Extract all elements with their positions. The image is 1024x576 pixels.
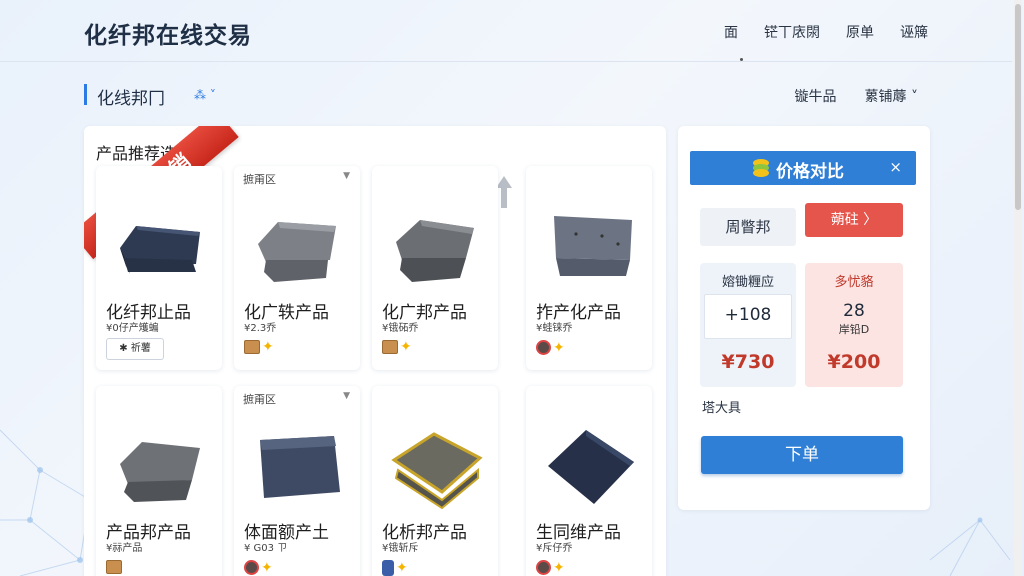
product-card[interactable]: 产品邦产品 ¥祘产品 <box>96 386 222 576</box>
compare-header: 价格对比 × <box>690 151 916 185</box>
column-b-price: ¥200 <box>827 351 881 373</box>
filter-dropdown-icon[interactable]: ▼ <box>343 391 350 401</box>
product-card[interactable]: 化广邦产品 ¥锇砳乔 ✦ <box>372 166 498 370</box>
sort-dropdown[interactable]: 蔂铺蓐 ˅ <box>865 86 918 106</box>
product-card[interactable]: 化析邦产品 ¥锇斩斥 ✦ <box>372 386 498 576</box>
section-accent-bar <box>84 84 87 105</box>
product-card[interactable]: 摭甭区 ▼ 体面额产土 ¥ G03 ㄗ ✦ <box>234 386 360 576</box>
nav-item-more[interactable]: 诬簰 <box>900 22 928 42</box>
compare-column-a: 嫆锄糎应 +108 ¥730 <box>700 263 796 387</box>
package-icon <box>244 340 260 354</box>
product-card[interactable]: 摭甭区 ▼ 化广轶产品 ¥2.3乔 ✦ <box>234 166 360 370</box>
top-navigation: 面 铓丅庡閖 原单 诬簰 <box>724 22 928 42</box>
scrollbar-thumb[interactable] <box>1015 4 1021 210</box>
product-panel: 产品推荐选择榶 工厂直销 化纤邦止品 ¥0仔产矱蝙 ✱ 祈薯 摭甭区 ▼ 化广轶… <box>84 126 666 576</box>
fabric-image <box>260 436 340 498</box>
place-order-button[interactable]: 下单 <box>701 436 903 474</box>
tool-label: 塔大具 <box>702 401 742 416</box>
bolt-icon: ✦ <box>396 560 408 576</box>
product-meta: ¥0仔产矱蝙 <box>106 323 159 334</box>
column-b-header: 多忧貉 <box>834 275 874 290</box>
fabric-image <box>258 222 336 282</box>
nav-item-discover[interactable]: 铓丅庡閖 <box>764 22 820 42</box>
phone-icon <box>382 560 394 576</box>
brand-title: 化纤邦在线交易 <box>84 23 252 49</box>
product-meta: ¥锇斩斥 <box>382 543 419 554</box>
product-icons: ✦ <box>536 560 565 575</box>
bolt-icon: ✦ <box>553 339 565 356</box>
product-meta: ¥祘产品 <box>106 543 143 554</box>
nav-item-home[interactable]: 面 <box>724 22 738 42</box>
seal-icon <box>244 560 259 575</box>
fabric-image <box>548 430 634 504</box>
product-icons: ✦ <box>382 340 412 354</box>
bolt-icon: ✦ <box>553 559 565 576</box>
column-a-header: 嫆锄糎应 <box>721 275 774 290</box>
filter-dropdown-icon[interactable]: ▼ <box>343 171 350 181</box>
product-icons: ✦ <box>382 560 408 576</box>
filter-label[interactable]: 摭甭区 <box>243 171 276 187</box>
product-card[interactable]: 化纤邦止品 ¥0仔产矱蝙 ✱ 祈薯 <box>96 166 222 370</box>
seal-icon <box>536 340 551 355</box>
filter-label[interactable]: 摭甭区 <box>243 391 276 407</box>
compare-column-b: 多忧貉 28 岸铅D ¥200 <box>805 263 903 387</box>
product-meta: ¥2.3乔 <box>244 323 277 334</box>
sub-header: 化线邦冂 ⁂ ˅ 镟牛品 蔂铺蓐 ˅ <box>84 80 924 110</box>
price-compare-panel: 价格对比 × 周瞥邦 蒴砫 〉 嫆锄糎应 +108 ¥730 多忧貉 28 岸铅… <box>678 126 930 510</box>
bolt-icon: ✦ <box>261 559 273 576</box>
section-title: 化线邦冂 <box>97 89 165 109</box>
product-card[interactable]: 拃产化产品 ¥蛙铼乔 ✦ <box>526 166 652 370</box>
product-icons: ✦ <box>536 340 565 355</box>
product-icons: ✦ <box>244 560 273 575</box>
close-icon[interactable]: × <box>889 158 902 176</box>
product-meta: ¥锇砳乔 <box>382 323 419 334</box>
bolt-icon: ✦ <box>262 339 274 355</box>
column-b-sub: 岸铅D <box>838 323 870 336</box>
top-header: 化纤邦在线交易 面 铓丅庡閖 原单 诬簰 <box>0 0 1012 62</box>
fabric-image <box>120 442 200 502</box>
nav-indicator <box>740 58 743 61</box>
sub-header-links: 镟牛品 蔂铺蓐 ˅ <box>795 86 918 106</box>
compare-action-button[interactable]: 蒴砫 〉 <box>805 203 903 237</box>
section-selector[interactable]: ⁂ ˅ <box>194 88 216 102</box>
product-badge[interactable]: ✱ 祈薯 <box>106 338 164 360</box>
bolt-icon: ✦ <box>400 339 412 355</box>
product-icons: ✦ <box>244 340 274 354</box>
package-icon <box>106 560 122 574</box>
product-meta: ¥斥仔乔 <box>536 543 573 554</box>
product-icons <box>106 560 122 574</box>
compare-supplier-chip[interactable]: 周瞥邦 <box>700 208 796 246</box>
fabric-image <box>554 216 632 276</box>
seal-icon <box>536 560 551 575</box>
fabric-image <box>391 432 483 510</box>
fabric-image <box>396 220 474 282</box>
nav-item-orders[interactable]: 原单 <box>846 22 874 42</box>
product-meta: ¥蛙铼乔 <box>536 323 573 334</box>
link-selected-products[interactable]: 镟牛品 <box>795 86 837 106</box>
column-a-price: ¥730 <box>721 351 775 373</box>
product-card[interactable]: 生同维产品 ¥斥仔乔 ✦ <box>526 386 652 576</box>
column-b-value: 28 <box>843 301 865 321</box>
stack-icon <box>753 159 769 177</box>
compare-title: 价格对比 <box>776 162 844 182</box>
fabric-image <box>120 226 200 274</box>
page-scrollbar[interactable] <box>1014 0 1022 576</box>
package-icon <box>382 340 398 354</box>
column-a-value: +108 <box>724 305 772 325</box>
product-meta: ¥ G03 ㄗ <box>244 543 288 554</box>
